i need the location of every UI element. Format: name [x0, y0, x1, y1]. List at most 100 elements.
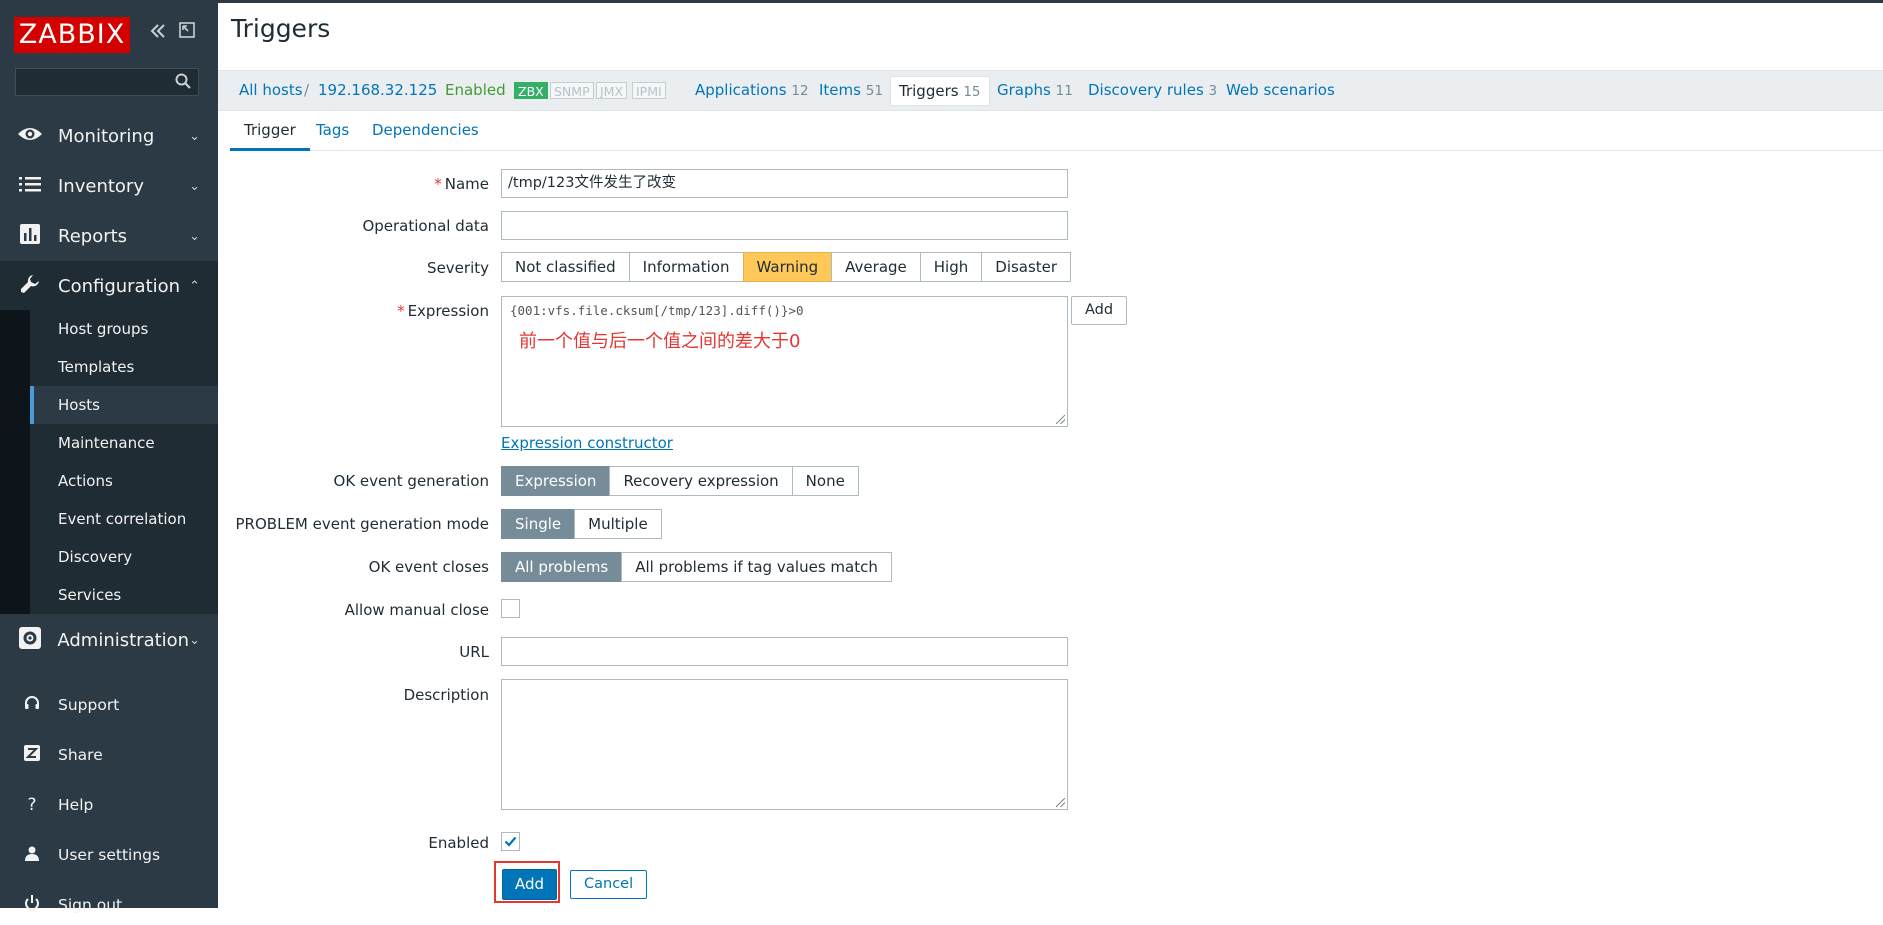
required-asterisk: *	[434, 175, 442, 193]
breadcrumb: All hosts / 192.168.32.125 Enabled ZBX S…	[218, 70, 1883, 111]
sidebar-search-input[interactable]	[15, 68, 199, 96]
util-label: Share	[58, 746, 103, 764]
user-icon	[20, 845, 44, 865]
severity-not-classified[interactable]: Not classified	[501, 252, 630, 282]
name-field[interactable]: /tmp/123文件发生了改变	[501, 169, 1068, 198]
zabbix-logo[interactable]: ZABBIX	[14, 17, 130, 53]
configuration-submenu: Host groups Templates Hosts Maintenance …	[0, 310, 218, 614]
operational-data-field[interactable]	[501, 211, 1068, 240]
expression-text: {001:vfs.file.cksum[/tmp/123].diff()}>0	[510, 303, 804, 318]
cancel-button[interactable]: Cancel	[570, 870, 648, 899]
kiosk-mode-icon[interactable]	[178, 21, 196, 45]
chevron-down-icon: ⌄	[189, 128, 200, 144]
url-field[interactable]	[501, 637, 1068, 666]
ok-gen-none[interactable]: None	[791, 466, 859, 496]
eye-icon	[16, 125, 44, 147]
chevron-down-icon: ⌄	[189, 228, 200, 244]
util-user-settings[interactable]: User settings	[0, 835, 218, 875]
search-icon[interactable]	[174, 72, 192, 94]
nav-discovery-rules[interactable]: Discovery rules 3	[1088, 71, 1217, 110]
util-sign-out[interactable]: Sign out	[0, 885, 218, 925]
menu-reports[interactable]: Reports ⌄	[0, 211, 218, 261]
submenu-discovery[interactable]: Discovery	[30, 538, 218, 576]
submenu-hosts[interactable]: Hosts	[30, 386, 218, 424]
nav-triggers-count: 15	[963, 84, 981, 100]
host-status: Enabled	[445, 81, 506, 99]
menu-inventory[interactable]: Inventory ⌄	[0, 161, 218, 211]
problem-mode-single[interactable]: Single	[501, 509, 576, 539]
double-chevron-left-icon[interactable]	[148, 21, 168, 47]
expression-label-text: Expression	[407, 302, 489, 320]
expression-constructor-link[interactable]: Expression constructor	[501, 434, 673, 452]
severity-high[interactable]: High	[919, 252, 983, 282]
breadcrumb-all-hosts[interactable]: All hosts	[239, 71, 303, 110]
menu-label: Inventory	[58, 175, 144, 197]
tab-trigger[interactable]: Trigger	[230, 111, 310, 151]
menu-label: Reports	[58, 225, 128, 247]
closes-all-problems[interactable]: All problems	[501, 552, 623, 582]
badge-snmp: SNMP	[550, 82, 594, 99]
submenu-host-groups[interactable]: Host groups	[30, 310, 218, 348]
util-label: Sign out	[58, 896, 123, 914]
chevron-up-icon: ⌃	[189, 278, 200, 294]
submenu-services[interactable]: Services	[30, 576, 218, 614]
expression-label: * Expression	[229, 302, 489, 320]
nav-applications-label: Applications	[695, 81, 787, 99]
allow-manual-close-checkbox[interactable]	[501, 599, 520, 618]
util-label: User settings	[58, 846, 161, 864]
nav-applications-count: 12	[791, 83, 809, 99]
severity-disaster[interactable]: Disaster	[981, 252, 1072, 282]
expression-annotation: 前一个值与后一个值之间的差大于0	[519, 331, 801, 352]
closes-tag-match[interactable]: All problems if tag values match	[621, 552, 892, 582]
problem-mode-label: PROBLEM event generation mode	[235, 515, 489, 533]
resize-grip-icon[interactable]	[1056, 798, 1065, 807]
expression-textarea[interactable]: {001:vfs.file.cksum[/tmp/123].diff()}>0 …	[501, 296, 1068, 427]
tab-tags[interactable]: Tags	[316, 111, 349, 149]
ok-gen-expression[interactable]: Expression	[501, 466, 611, 496]
nav-items-count: 51	[865, 83, 883, 99]
required-asterisk: *	[397, 302, 405, 320]
nav-triggers[interactable]: Triggers 15	[890, 76, 990, 106]
submenu-actions[interactable]: Actions	[30, 462, 218, 500]
breadcrumb-host[interactable]: 192.168.32.125	[318, 71, 437, 110]
breadcrumb-separator: /	[304, 81, 310, 99]
form-tabs: Trigger Tags Dependencies	[230, 111, 1883, 151]
enabled-label: Enabled	[428, 834, 489, 852]
nav-discovery-label: Discovery rules	[1088, 81, 1204, 99]
submenu-maintenance[interactable]: Maintenance	[30, 424, 218, 462]
power-icon	[20, 895, 44, 915]
enabled-checkbox[interactable]	[501, 832, 520, 851]
submenu-templates[interactable]: Templates	[30, 348, 218, 386]
allow-manual-close-label: Allow manual close	[344, 601, 489, 619]
menu-monitoring[interactable]: Monitoring ⌄	[0, 111, 218, 161]
submenu-strip	[0, 310, 30, 614]
severity-information[interactable]: Information	[628, 252, 744, 282]
util-support[interactable]: Support	[0, 685, 218, 725]
add-button[interactable]: Add	[502, 869, 557, 900]
submenu-event-correlation[interactable]: Event correlation	[30, 500, 218, 538]
share-z-icon	[20, 745, 44, 765]
util-share[interactable]: Share	[0, 735, 218, 775]
tab-dependencies[interactable]: Dependencies	[372, 111, 479, 149]
util-label: Support	[58, 696, 120, 714]
resize-grip-icon[interactable]	[1056, 415, 1065, 424]
sidebar: ZABBIX Monitoring ⌄ Inventory ⌄ Reports …	[0, 3, 218, 914]
util-help[interactable]: ? Help	[0, 785, 218, 825]
menu-configuration[interactable]: Configuration ⌃	[0, 261, 218, 311]
problem-mode-multiple[interactable]: Multiple	[574, 509, 662, 539]
ok-gen-recovery-expression[interactable]: Recovery expression	[609, 466, 793, 496]
list-icon	[16, 176, 44, 196]
nav-graphs[interactable]: Graphs 11	[997, 71, 1073, 110]
nav-items[interactable]: Items 51	[819, 71, 883, 110]
url-label: URL	[459, 643, 489, 661]
nav-web-scenarios[interactable]: Web scenarios	[1226, 71, 1335, 110]
menu-administration[interactable]: Administration ⌄	[0, 615, 218, 665]
checkmark-icon	[504, 836, 517, 847]
severity-warning[interactable]: Warning	[742, 252, 833, 282]
description-textarea[interactable]	[501, 679, 1068, 810]
nav-applications[interactable]: Applications 12	[695, 71, 809, 110]
expression-add-button[interactable]: Add	[1071, 296, 1128, 325]
severity-average[interactable]: Average	[831, 252, 921, 282]
util-label: Help	[58, 796, 94, 814]
gear-icon	[16, 627, 43, 653]
